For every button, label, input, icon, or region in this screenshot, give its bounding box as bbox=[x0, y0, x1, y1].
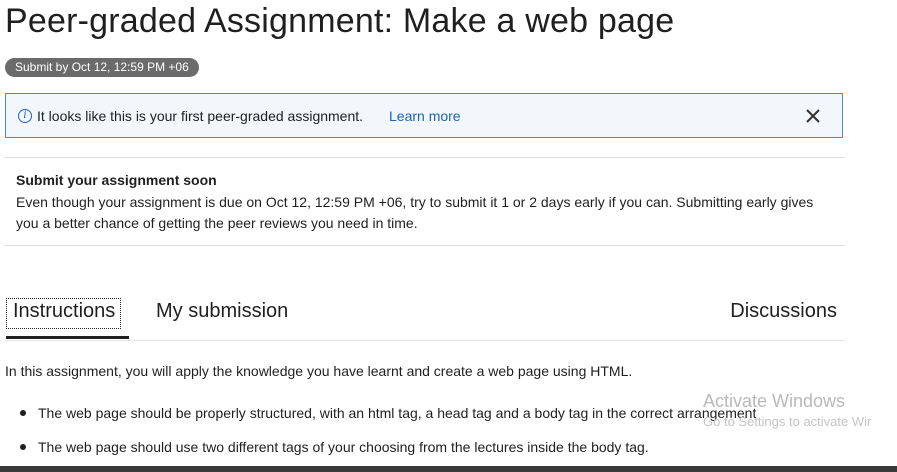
submit-soon-title: Submit your assignment soon bbox=[16, 172, 217, 188]
windows-activation-watermark-title: Activate Windows bbox=[703, 391, 846, 411]
list-item: The web page should be properly structur… bbox=[20, 405, 756, 421]
list-item-text: The web page should be properly structur… bbox=[38, 405, 757, 421]
page-title: Peer-graded Assignment: Make a web page bbox=[5, 2, 675, 40]
windows-activation-watermark-text: Go to Settings to activate Wir bbox=[703, 414, 872, 429]
bullet-icon bbox=[20, 410, 26, 417]
divider bbox=[5, 245, 845, 246]
tab-discussions[interactable]: Discussions bbox=[730, 300, 837, 323]
divider bbox=[5, 157, 845, 158]
info-icon: i bbox=[18, 109, 32, 123]
info-banner-text: It looks like this is your first peer-gr… bbox=[37, 108, 364, 124]
list-item: The web page should use two different ta… bbox=[20, 439, 649, 455]
close-icon[interactable] bbox=[802, 105, 824, 127]
learn-more-link[interactable]: Learn more bbox=[389, 108, 461, 124]
instructions-intro: In this assignment, you will apply the k… bbox=[5, 363, 633, 379]
tabs-divider bbox=[5, 340, 845, 341]
taskbar-edge bbox=[0, 466, 897, 472]
due-date-badge: Submit by Oct 12, 12:59 PM +06 bbox=[5, 58, 199, 77]
tab-my-submission[interactable]: My submission bbox=[156, 300, 288, 323]
tab-instructions[interactable]: Instructions bbox=[6, 298, 122, 329]
submit-soon-text: Even though your assignment is due on Oc… bbox=[16, 194, 814, 231]
first-assignment-info-banner: i It looks like this is your first peer-… bbox=[5, 93, 843, 138]
active-tab-indicator bbox=[6, 336, 129, 339]
list-item-text: The web page should use two different ta… bbox=[38, 439, 649, 455]
bullet-icon bbox=[20, 444, 26, 451]
